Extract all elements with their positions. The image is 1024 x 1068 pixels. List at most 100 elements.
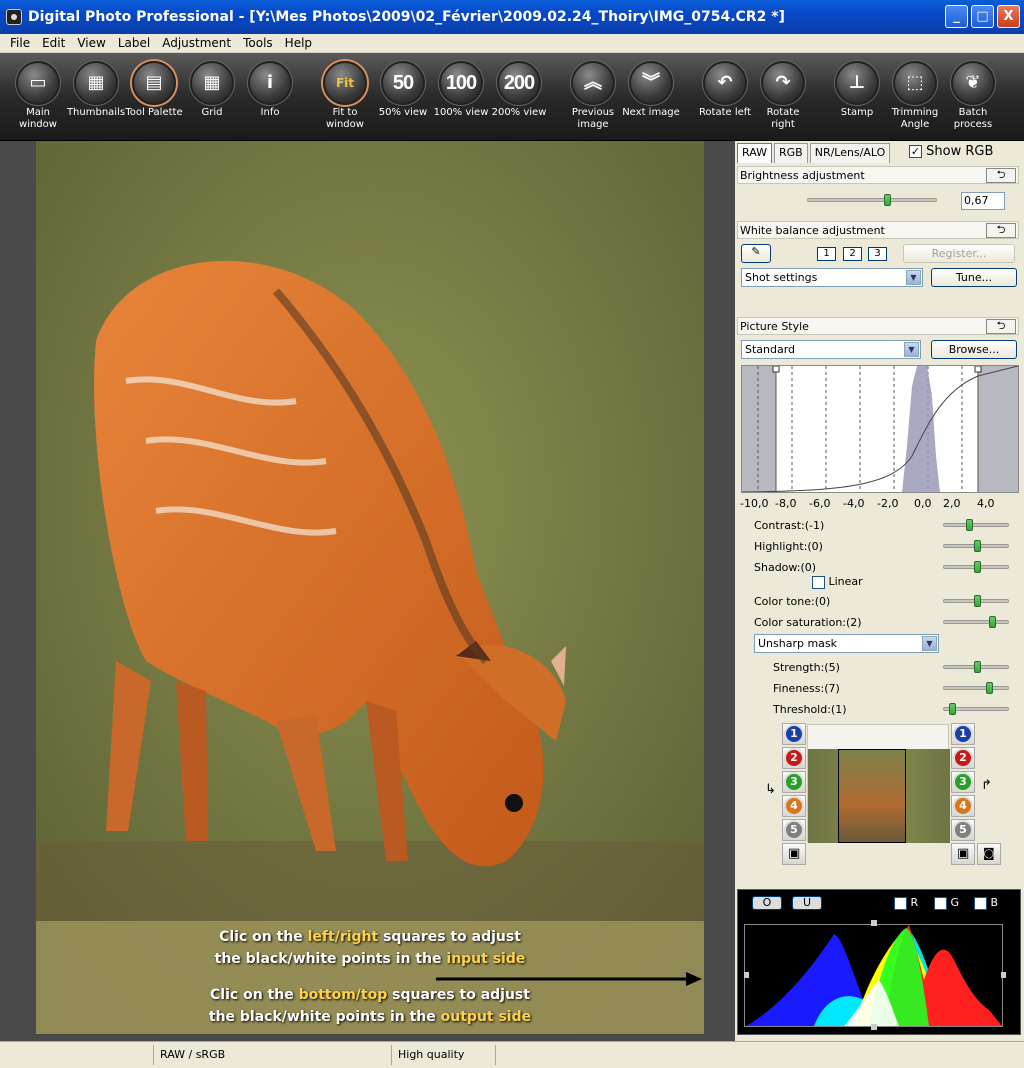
strength-slider[interactable]	[943, 661, 1009, 673]
eyedropper-button[interactable]: ✎	[741, 244, 771, 263]
threshold-slider[interactable]	[943, 703, 1009, 715]
output-snapshot-5[interactable]: 5	[951, 819, 975, 841]
previous-image-button[interactable]: ︽ Previous image	[564, 61, 622, 131]
output-snapshot-4[interactable]: 4	[951, 795, 975, 817]
r-checkbox[interactable]: ✓	[894, 896, 907, 910]
output-snapshot-2[interactable]: 2	[951, 747, 975, 769]
thumbnails-label: Thumbnails	[66, 107, 126, 118]
shadow-slider[interactable]	[943, 561, 1009, 573]
white-balance-select[interactable]: Shot settings ▼	[741, 268, 923, 287]
view-100-button[interactable]: 100 100% view	[432, 61, 490, 119]
menu-view[interactable]: View	[71, 36, 111, 50]
menu-tools[interactable]: Tools	[237, 36, 279, 50]
menu-file[interactable]: File	[4, 36, 36, 50]
g-checkbox[interactable]: ✓	[934, 896, 947, 910]
input-snapshot-2[interactable]: 2	[782, 747, 806, 769]
image-view[interactable]: Clic on the left/right squares to adjust…	[0, 141, 735, 1041]
white-balance-reset-button[interactable]: ⮌	[986, 223, 1016, 238]
camera-button[interactable]: ◙	[977, 843, 1001, 865]
app-icon[interactable]	[6, 9, 22, 25]
batch-process-button[interactable]: ❦ Batch process	[944, 61, 1002, 131]
input-snapshot-4[interactable]: 4	[782, 795, 806, 817]
trimming-icon: ⬚	[893, 61, 937, 105]
color-tone-slider-knob[interactable]	[974, 595, 981, 607]
view-50-button[interactable]: 50 50% view	[374, 61, 432, 119]
linear-checkbox[interactable]	[812, 575, 825, 589]
menu-adjustment[interactable]: Adjustment	[156, 36, 237, 50]
brightness-slider[interactable]	[807, 194, 937, 206]
histogram-o-button[interactable]: O	[752, 896, 782, 910]
save-snapshot-left-button[interactable]: ▣	[782, 843, 806, 865]
show-rgb-control[interactable]: ✓ Show RGB	[909, 144, 993, 159]
output-snapshot-3[interactable]: 3	[951, 771, 975, 793]
highlight-slider[interactable]	[943, 540, 1009, 552]
contrast-slider-knob[interactable]	[966, 519, 973, 531]
tab-rgb[interactable]: RGB	[774, 143, 808, 163]
brightness-reset-button[interactable]: ⮌	[986, 168, 1016, 183]
register-button[interactable]: Register...	[903, 244, 1015, 263]
tab-raw[interactable]: RAW	[737, 143, 772, 163]
previous-image-label: Previous image	[571, 107, 615, 130]
linear-control[interactable]: Linear	[812, 575, 863, 589]
histogram-b-toggle[interactable]: ✓ B	[974, 896, 998, 910]
stamp-button[interactable]: ⊥ Stamp	[828, 61, 886, 119]
histogram-r-toggle[interactable]: ✓ R	[894, 896, 918, 910]
input-snapshot-5[interactable]: 5	[782, 819, 806, 841]
main-window-button[interactable]: ▭ Main window	[9, 61, 67, 131]
histogram-u-button[interactable]: U	[792, 896, 822, 910]
browse-button[interactable]: Browse...	[931, 340, 1017, 359]
tab-nr-lens-alo[interactable]: NR/Lens/ALO	[809, 143, 891, 163]
menu-label[interactable]: Label	[112, 36, 156, 50]
fit-to-window-button[interactable]: Fit Fit to window	[316, 61, 374, 131]
input-snapshot-1[interactable]: 1	[782, 723, 806, 745]
wb-preset-1[interactable]: 1	[817, 247, 836, 261]
view-200-button[interactable]: 200 200% view	[490, 61, 548, 119]
picture-style-select[interactable]: Standard ▼	[741, 340, 921, 359]
wb-preset-3[interactable]: 3	[868, 247, 887, 261]
contrast-slider[interactable]	[943, 519, 1009, 531]
maximize-button[interactable]: □	[971, 5, 994, 28]
picture-style-reset-button[interactable]: ⮌	[986, 319, 1016, 334]
wb-preset-2[interactable]: 2	[843, 247, 862, 261]
b-checkbox[interactable]: ✓	[974, 896, 987, 910]
output-snapshot-1[interactable]: 1	[951, 723, 975, 745]
fineness-slider-knob[interactable]	[986, 682, 993, 694]
save-snapshot-right-button[interactable]: ▣	[951, 843, 975, 865]
tone-curve-graph[interactable]	[741, 365, 1019, 493]
brightness-slider-knob[interactable]	[884, 194, 891, 206]
input-snapshot-3[interactable]: 3	[782, 771, 806, 793]
status-cell-1	[0, 1045, 153, 1065]
show-rgb-checkbox[interactable]: ✓	[909, 145, 922, 158]
color-tone-slider[interactable]	[943, 595, 1009, 607]
histogram-graph[interactable]	[744, 920, 1010, 1030]
histogram-g-toggle[interactable]: ✓ G	[934, 896, 959, 910]
fineness-label: Fineness:(7)	[773, 682, 840, 695]
color-saturation-slider[interactable]	[943, 616, 1009, 628]
status-bar: RAW / sRGB High quality	[0, 1041, 1024, 1068]
preview-crop-box[interactable]	[838, 749, 906, 843]
color-saturation-slider-knob[interactable]	[989, 616, 996, 628]
threshold-slider-knob[interactable]	[949, 703, 956, 715]
rotate-left-button[interactable]: ↶ Rotate left	[696, 61, 754, 119]
shadow-slider-knob[interactable]	[974, 561, 981, 573]
grid-button[interactable]: ▦ Grid	[183, 61, 241, 119]
snapshot-3-icon: 3	[953, 772, 973, 792]
tool-palette-button[interactable]: ▤ Tool Palette	[125, 61, 183, 119]
tune-button[interactable]: Tune...	[931, 268, 1017, 287]
menu-edit[interactable]: Edit	[36, 36, 71, 50]
unsharp-mask-select[interactable]: Unsharp mask ▼	[754, 634, 939, 653]
minimize-button[interactable]: _	[945, 5, 968, 28]
thumbnails-button[interactable]: ▦ Thumbnails	[67, 61, 125, 119]
trimming-angle-button[interactable]: ⬚ Trimming Angle	[886, 61, 944, 131]
save-icon: ▣	[788, 846, 801, 861]
info-button[interactable]: i Info	[241, 61, 299, 119]
next-image-button[interactable]: ︾ Next image	[622, 61, 680, 119]
picture-style-title: Picture Style	[740, 319, 809, 333]
brightness-value-input[interactable]: 0,67	[961, 192, 1005, 210]
highlight-slider-knob[interactable]	[974, 540, 981, 552]
strength-slider-knob[interactable]	[974, 661, 981, 673]
close-button[interactable]: X	[997, 5, 1020, 28]
menu-help[interactable]: Help	[279, 36, 318, 50]
rotate-right-button[interactable]: ↷ Rotate right	[754, 61, 812, 131]
fineness-slider[interactable]	[943, 682, 1009, 694]
